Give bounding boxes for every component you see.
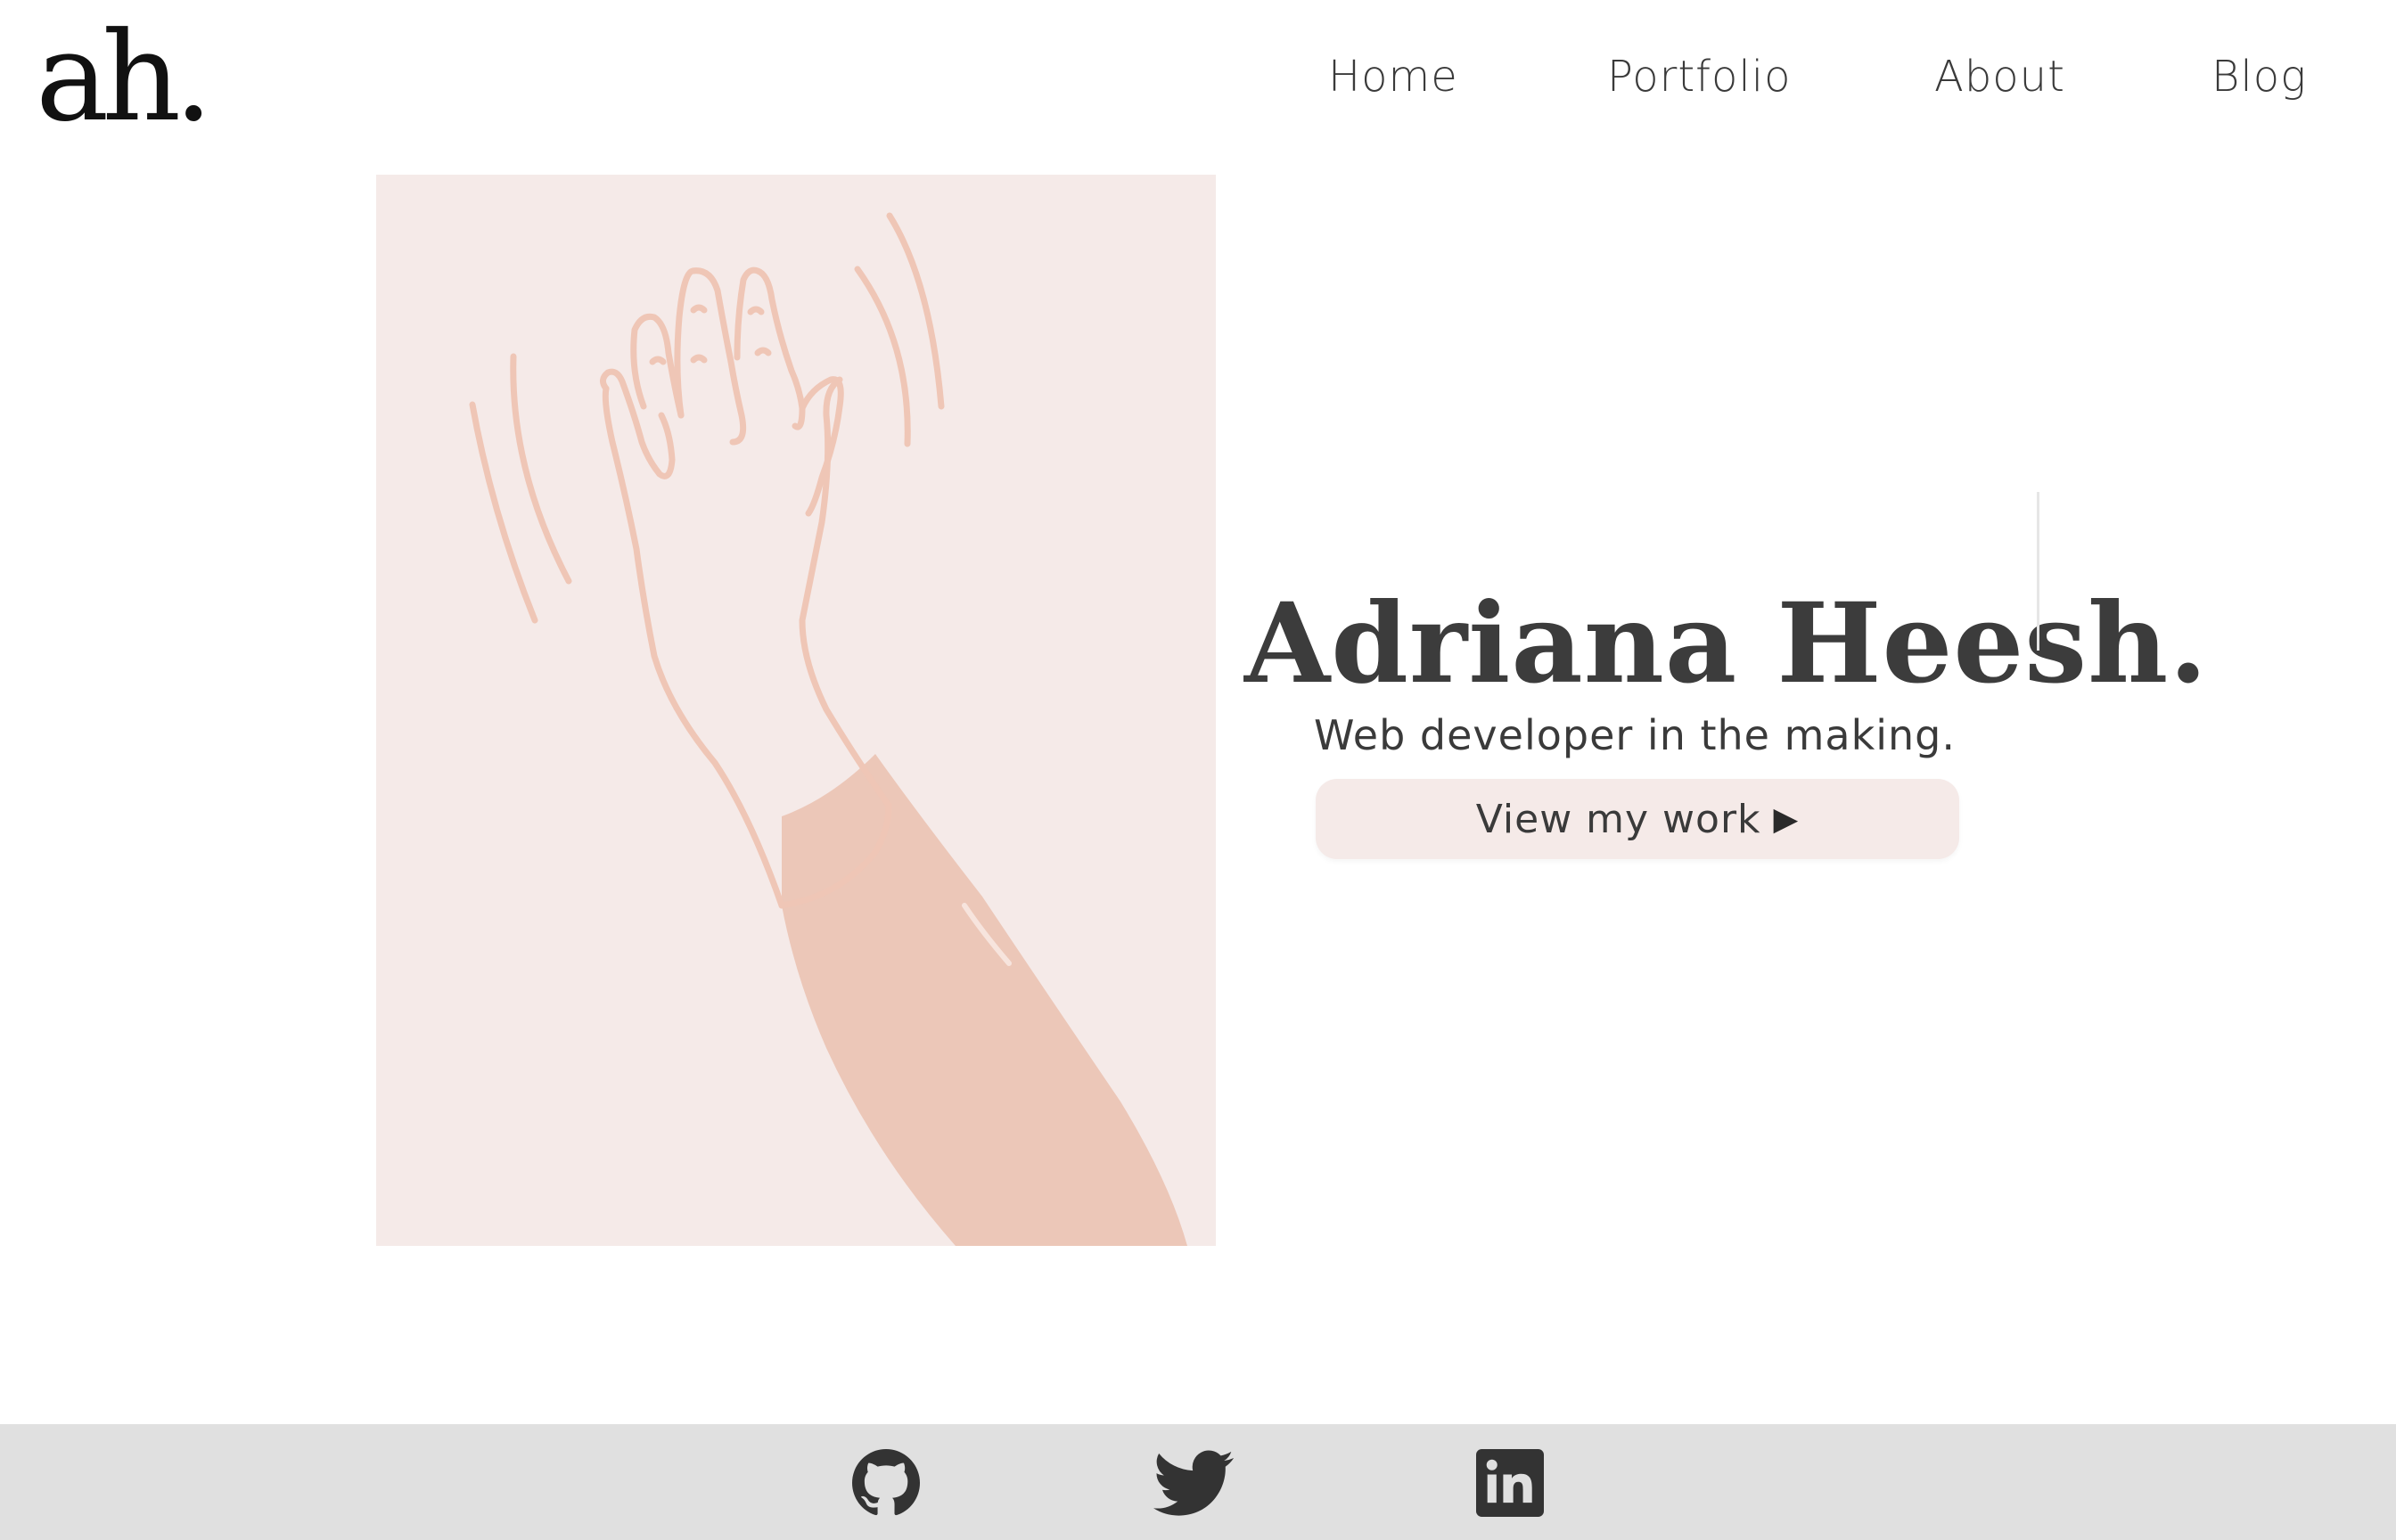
- github-icon[interactable]: [852, 1449, 920, 1517]
- footer: [0, 1424, 2396, 1540]
- hero-tagline: Web developer in the making.: [1314, 711, 1956, 759]
- nav-home[interactable]: Home: [1328, 52, 1458, 102]
- twitter-icon[interactable]: [1153, 1449, 1234, 1517]
- play-arrow-icon: ▶: [1773, 800, 1800, 838]
- view-my-work-label: View my work: [1475, 796, 1761, 842]
- hero-name: Adriana Heesh.: [1244, 579, 2209, 709]
- linkedin-icon[interactable]: [1476, 1449, 1544, 1517]
- waving-hand-illustration: [376, 175, 1216, 1246]
- nav-portfolio[interactable]: Portfolio: [1607, 52, 1791, 102]
- typing-cursor: [2037, 492, 2039, 651]
- page: ah. Home Portfolio About Blog Adriana He…: [0, 0, 2396, 1540]
- nav-blog[interactable]: Blog: [2211, 52, 2307, 102]
- view-my-work-button[interactable]: View my work ▶: [1316, 779, 1959, 859]
- main-nav: Home Portfolio About Blog: [0, 52, 2396, 116]
- nav-about[interactable]: About: [1934, 52, 2065, 102]
